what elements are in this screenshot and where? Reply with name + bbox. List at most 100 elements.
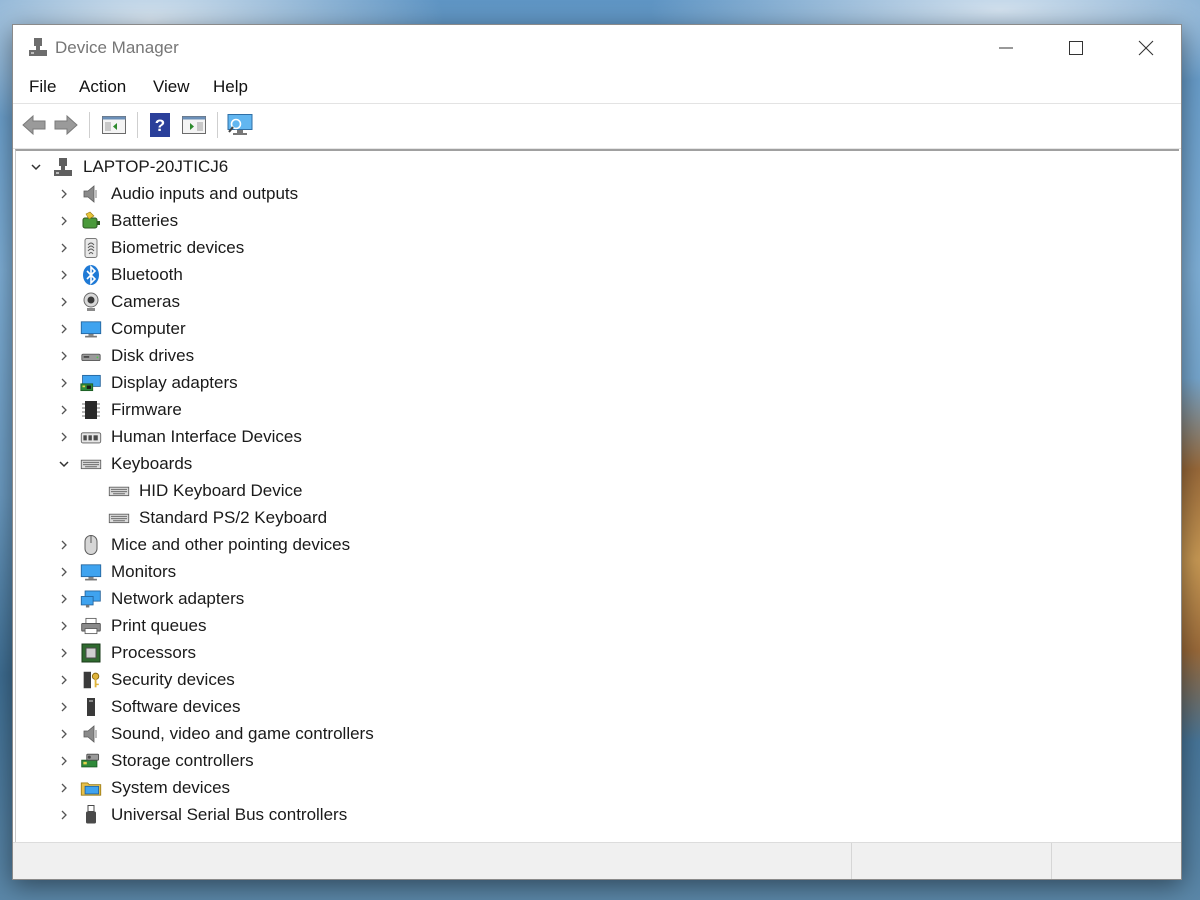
speaker-icon bbox=[80, 183, 102, 205]
toolbar-separator bbox=[217, 112, 218, 138]
tree-node-label: Universal Serial Bus controllers bbox=[111, 804, 348, 824]
chevron-right-icon[interactable] bbox=[54, 724, 74, 744]
menu-help[interactable]: Help bbox=[211, 77, 250, 97]
toolbar-separator bbox=[137, 112, 138, 138]
tree-category-node[interactable]: Cameras bbox=[54, 288, 180, 315]
action-pane-button[interactable] bbox=[179, 110, 209, 140]
tree-category-node[interactable]: Biometric devices bbox=[54, 234, 244, 261]
chevron-right-icon[interactable] bbox=[54, 616, 74, 636]
maximize-icon bbox=[1069, 41, 1083, 55]
tree-category-node[interactable]: Processors bbox=[54, 639, 196, 666]
minimize-icon bbox=[999, 47, 1013, 49]
bluetooth-icon bbox=[80, 264, 102, 286]
chevron-right-icon[interactable] bbox=[54, 643, 74, 663]
hid-icon bbox=[80, 426, 102, 448]
tree-category-node[interactable]: Batteries bbox=[54, 207, 178, 234]
tree-category-node[interactable]: Software devices bbox=[54, 693, 240, 720]
tree-node-label: HID Keyboard Device bbox=[139, 480, 303, 500]
title-bar[interactable]: Device Manager bbox=[13, 25, 1181, 71]
chevron-right-icon[interactable] bbox=[54, 400, 74, 420]
chevron-right-icon[interactable] bbox=[54, 373, 74, 393]
chip-icon bbox=[80, 399, 102, 421]
chevron-right-icon[interactable] bbox=[54, 751, 74, 771]
security-key-icon bbox=[80, 669, 102, 691]
tree-category-node[interactable]: Audio inputs and outputs bbox=[54, 180, 298, 207]
device-manager-app-icon bbox=[29, 38, 47, 56]
chevron-right-icon[interactable] bbox=[54, 697, 74, 717]
chevron-right-icon[interactable] bbox=[54, 427, 74, 447]
tree-node-label: Human Interface Devices bbox=[111, 426, 302, 446]
chevron-right-icon[interactable] bbox=[54, 589, 74, 609]
menu-file[interactable]: File bbox=[27, 77, 58, 97]
chevron-right-icon[interactable] bbox=[54, 670, 74, 690]
chevron-right-icon[interactable] bbox=[54, 346, 74, 366]
display-adapter-icon bbox=[80, 372, 102, 394]
chevron-down-icon[interactable] bbox=[26, 157, 46, 177]
tree-device-node[interactable]: HID Keyboard Device bbox=[82, 477, 302, 504]
tree-node-label: Mice and other pointing devices bbox=[111, 534, 351, 554]
tree-category-node[interactable]: Firmware bbox=[54, 396, 182, 423]
minimize-button[interactable] bbox=[971, 25, 1041, 71]
network-adapter-icon bbox=[80, 588, 102, 610]
tree-root-node[interactable]: LAPTOP-20JTICJ6 bbox=[26, 153, 228, 180]
forward-arrow-icon bbox=[54, 114, 78, 136]
chevron-right-icon[interactable] bbox=[54, 292, 74, 312]
chevron-right-icon[interactable] bbox=[54, 265, 74, 285]
status-segment bbox=[851, 843, 1052, 879]
chevron-right-icon[interactable] bbox=[54, 535, 74, 555]
menu-action[interactable]: Action bbox=[77, 77, 128, 97]
tree-node-label: Software devices bbox=[111, 696, 241, 716]
tree-node-label: Keyboards bbox=[111, 453, 193, 473]
tree-category-node[interactable]: Security devices bbox=[54, 666, 235, 693]
menu-bar: File Action View Help bbox=[13, 71, 1181, 104]
tree-node-label: Monitors bbox=[111, 561, 177, 581]
tree-category-node[interactable]: System devices bbox=[54, 774, 230, 801]
tree-node-label: Batteries bbox=[111, 210, 179, 230]
tree-category-node[interactable]: Universal Serial Bus controllers bbox=[54, 801, 347, 828]
help-button[interactable]: ? bbox=[145, 110, 175, 140]
tree-category-node[interactable]: Storage controllers bbox=[54, 747, 254, 774]
chevron-right-icon[interactable] bbox=[54, 238, 74, 258]
tree-category-node[interactable]: Print queues bbox=[54, 612, 206, 639]
chevron-right-icon[interactable] bbox=[54, 319, 74, 339]
software-device-icon bbox=[80, 696, 102, 718]
menu-view[interactable]: View bbox=[151, 77, 192, 97]
tree-category-node[interactable]: Disk drives bbox=[54, 342, 194, 369]
close-button[interactable] bbox=[1111, 25, 1181, 71]
chevron-right-icon[interactable] bbox=[54, 805, 74, 825]
show-hide-console-tree-icon bbox=[102, 116, 126, 134]
tree-category-node[interactable]: Keyboards bbox=[54, 450, 192, 477]
tree-category-node[interactable]: Human Interface Devices bbox=[54, 423, 302, 450]
tree-device-node[interactable]: Standard PS/2 Keyboard bbox=[82, 504, 327, 531]
chevron-right-icon[interactable] bbox=[54, 211, 74, 231]
tree-category-node[interactable]: Computer bbox=[54, 315, 186, 342]
tree-node-label: Storage controllers bbox=[111, 750, 254, 770]
tree-category-node[interactable]: Bluetooth bbox=[54, 261, 183, 288]
scan-hardware-changes-button[interactable] bbox=[225, 110, 255, 140]
window-title: Device Manager bbox=[55, 38, 179, 57]
device-tree[interactable]: LAPTOP-20JTICJ6 Audio inputs and outputs… bbox=[15, 149, 1179, 845]
tree-category-node[interactable]: Mice and other pointing devices bbox=[54, 531, 350, 558]
tree-node-label: Audio inputs and outputs bbox=[111, 183, 299, 203]
maximize-button[interactable] bbox=[1041, 25, 1111, 71]
device-manager-window: Device Manager File Action View Help ? L… bbox=[12, 24, 1182, 880]
chevron-right-icon[interactable] bbox=[54, 778, 74, 798]
tree-node-label: Cameras bbox=[111, 291, 180, 311]
tree-category-node[interactable]: Monitors bbox=[54, 558, 176, 585]
chevron-right-icon[interactable] bbox=[54, 184, 74, 204]
chevron-right-icon[interactable] bbox=[54, 562, 74, 582]
computer-root-icon bbox=[52, 156, 74, 178]
back-button[interactable] bbox=[19, 110, 49, 140]
tree-node-label: Biometric devices bbox=[111, 237, 245, 257]
chevron-down-icon[interactable] bbox=[54, 454, 74, 474]
monitor-icon bbox=[80, 318, 102, 340]
tree-category-node[interactable]: Network adapters bbox=[54, 585, 244, 612]
tree-category-node[interactable]: Display adapters bbox=[54, 369, 238, 396]
webcam-icon bbox=[80, 291, 102, 313]
mouse-icon bbox=[80, 534, 102, 556]
show-hide-console-tree-button[interactable] bbox=[99, 110, 129, 140]
tree-category-node[interactable]: Sound, video and game controllers bbox=[54, 720, 374, 747]
status-segment bbox=[1051, 843, 1182, 879]
forward-button[interactable] bbox=[51, 110, 81, 140]
